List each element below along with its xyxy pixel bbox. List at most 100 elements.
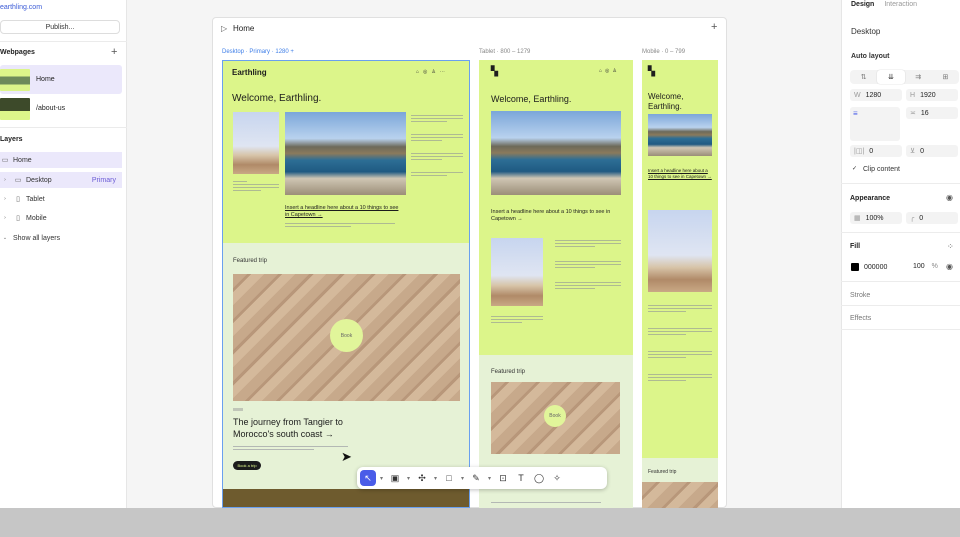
tablet-icon: ▯ — [16, 196, 20, 203]
show-all-label: Show all layers — [13, 234, 61, 242]
pen-tool-icon[interactable]: ✎ — [468, 470, 484, 486]
layer-label: Mobile — [26, 214, 47, 222]
page-item-label: Home — [36, 76, 55, 83]
layout-vertical-icon[interactable]: ⇊ — [877, 70, 905, 84]
book-stamp[interactable]: Book — [544, 405, 566, 427]
site-url[interactable]: earthling.com — [0, 4, 42, 11]
trip-body — [233, 444, 348, 452]
corner-radius-field[interactable]: ╭ 0 — [906, 212, 958, 224]
opacity-field[interactable]: ▦ 100% — [850, 212, 902, 224]
component-tool-icon[interactable]: ✣ — [414, 470, 430, 486]
divider — [841, 183, 960, 184]
play-icon[interactable]: ▷ — [221, 24, 227, 33]
tablet-frame[interactable]: ▚ ⌂◎♙ Welcome, Earthling. Insert a headl… — [479, 60, 633, 508]
small-card-text — [233, 179, 279, 193]
stroke-title[interactable]: Stroke — [850, 292, 870, 299]
clip-content-label: Clip content — [863, 166, 900, 173]
layer-home[interactable]: ▭ Home — [0, 152, 122, 168]
tag-chip — [233, 408, 243, 411]
page-item-about[interactable]: /about-us — [0, 94, 122, 123]
page-item-home[interactable]: Home — [0, 65, 122, 94]
chevron-down-icon[interactable]: ▾ — [486, 470, 493, 486]
mobile-frame[interactable]: ▚ Welcome, Earthling. Insert a headline … — [642, 60, 718, 508]
eye-icon[interactable]: ◉ — [946, 193, 953, 202]
page-item-label: /about-us — [36, 105, 66, 112]
show-all-layers[interactable]: ⌄ Show all layers — [0, 230, 122, 246]
divider — [841, 232, 960, 233]
side-headlines — [411, 113, 463, 178]
chevron-down-icon[interactable]: ▾ — [378, 470, 385, 486]
layout-grid-icon[interactable]: ⊞ — [932, 70, 959, 84]
mobile-icon: ▯ — [16, 215, 20, 222]
gap-icon: ≍ — [910, 110, 916, 117]
padding-vertical-field[interactable]: ⊻ 0 — [906, 145, 958, 157]
welcome-heading: Welcome, Earthling. — [232, 93, 322, 104]
fill-hex[interactable]: 000000 — [864, 264, 887, 271]
chevron-right-icon[interactable]: › — [0, 215, 10, 221]
chevron-down-icon[interactable]: ▾ — [432, 470, 439, 486]
side-headlines — [555, 238, 621, 291]
book-trip-button[interactable]: Book a trip — [233, 461, 261, 470]
breakpoint-label-desktop[interactable]: Desktop · Primary · 1280 + — [222, 49, 294, 55]
hero-section — [479, 60, 633, 355]
layout-horizontal-icon[interactable]: ⇉ — [905, 70, 932, 84]
text-tool-icon[interactable]: T — [513, 470, 529, 486]
rectangle-tool-icon[interactable]: □ — [441, 470, 457, 486]
opacity-icon: ▦ — [854, 215, 861, 222]
fill-opacity[interactable]: 100 % — [913, 263, 938, 270]
layout-wrap-icon[interactable]: ⇅ — [850, 70, 877, 84]
add-breakpoint-icon[interactable]: + — [711, 21, 717, 33]
chevron-right-icon[interactable]: › — [0, 177, 10, 183]
chevron-right-icon[interactable]: › — [0, 196, 10, 202]
width-field[interactable]: W 1280 — [850, 89, 902, 101]
dune-image — [491, 238, 543, 306]
canvas-toolbar: ↖ ▾ ▣ ▾ ✣ ▾ □ ▾ ✎ ▾ ⊡ T ◯ ✧ — [357, 467, 607, 489]
next-section — [223, 489, 469, 507]
auto-layout-title: Auto layout — [851, 53, 890, 60]
desktop-frame[interactable]: Earthling ⌂◎♙⋯ Welcome, Earthling. Inser… — [222, 60, 470, 508]
chevron-down-icon[interactable]: ▾ — [405, 470, 412, 486]
padding-horizontal-field[interactable]: |◫| 0 — [850, 145, 902, 157]
move-tool-icon[interactable]: ↖ — [360, 470, 376, 486]
headline-link[interactable]: Insert a headline here about a 10 things… — [285, 205, 400, 219]
layers-title: Layers — [0, 136, 23, 143]
publish-button[interactable]: Publish... — [0, 20, 120, 34]
alignment-grid[interactable]: ≡ — [850, 107, 900, 141]
frame-name[interactable]: Desktop — [851, 27, 880, 36]
frame-tool-icon[interactable]: ▣ — [387, 470, 403, 486]
tab-interaction[interactable]: Interaction — [884, 1, 917, 8]
nav-icons: ⌂◎♙⋯ — [416, 69, 449, 75]
checkbox-checked-icon[interactable]: ✓ — [851, 166, 858, 173]
layer-label: Tablet — [26, 195, 45, 203]
eye-icon[interactable]: ◉ — [946, 262, 953, 271]
trip-title[interactable]: The journey from Tangier to Morocco's so… — [233, 416, 383, 440]
tab-design[interactable]: Design — [851, 1, 874, 8]
clip-content-row[interactable]: ✓ Clip content — [851, 166, 900, 173]
layer-label: Desktop — [26, 176, 52, 184]
padding-h-icon: |◫| — [854, 148, 865, 155]
layer-tablet[interactable]: › ▯ Tablet — [0, 191, 122, 207]
fill-row[interactable]: 000000 — [851, 263, 887, 271]
style-grid-icon[interactable]: ⁘ — [947, 242, 954, 251]
comment-tool-icon[interactable]: ◯ — [531, 470, 547, 486]
layer-desktop[interactable]: › ▭ Desktop Primary — [0, 172, 122, 188]
fill-swatch[interactable] — [851, 263, 859, 271]
gap-field[interactable]: ≍ 16 — [906, 107, 958, 119]
breakpoint-label-mobile[interactable]: Mobile · 0 – 799 — [642, 49, 685, 55]
add-page-icon[interactable]: + — [111, 47, 117, 58]
divider — [0, 41, 127, 42]
breakpoint-label-tablet[interactable]: Tablet · 800 – 1279 — [479, 49, 530, 55]
ai-tool-icon[interactable]: ✧ — [549, 470, 565, 486]
featured-label: Featured trip — [648, 469, 677, 475]
height-field[interactable]: H 1920 — [906, 89, 958, 101]
trip-body — [491, 500, 601, 505]
chevron-down-icon: ⌄ — [2, 235, 8, 241]
headline-link[interactable]: Insert a headline here about a 10 things… — [648, 168, 714, 180]
headline-link[interactable]: Insert a headline here about a 10 things… — [491, 209, 621, 223]
image-tool-icon[interactable]: ⊡ — [495, 470, 511, 486]
chevron-down-icon[interactable]: ▾ — [459, 470, 466, 486]
webpages-title: Webpages — [0, 49, 35, 56]
book-stamp[interactable]: Book — [330, 319, 363, 352]
effects-title[interactable]: Effects — [850, 315, 871, 322]
layer-mobile[interactable]: › ▯ Mobile — [0, 210, 122, 226]
